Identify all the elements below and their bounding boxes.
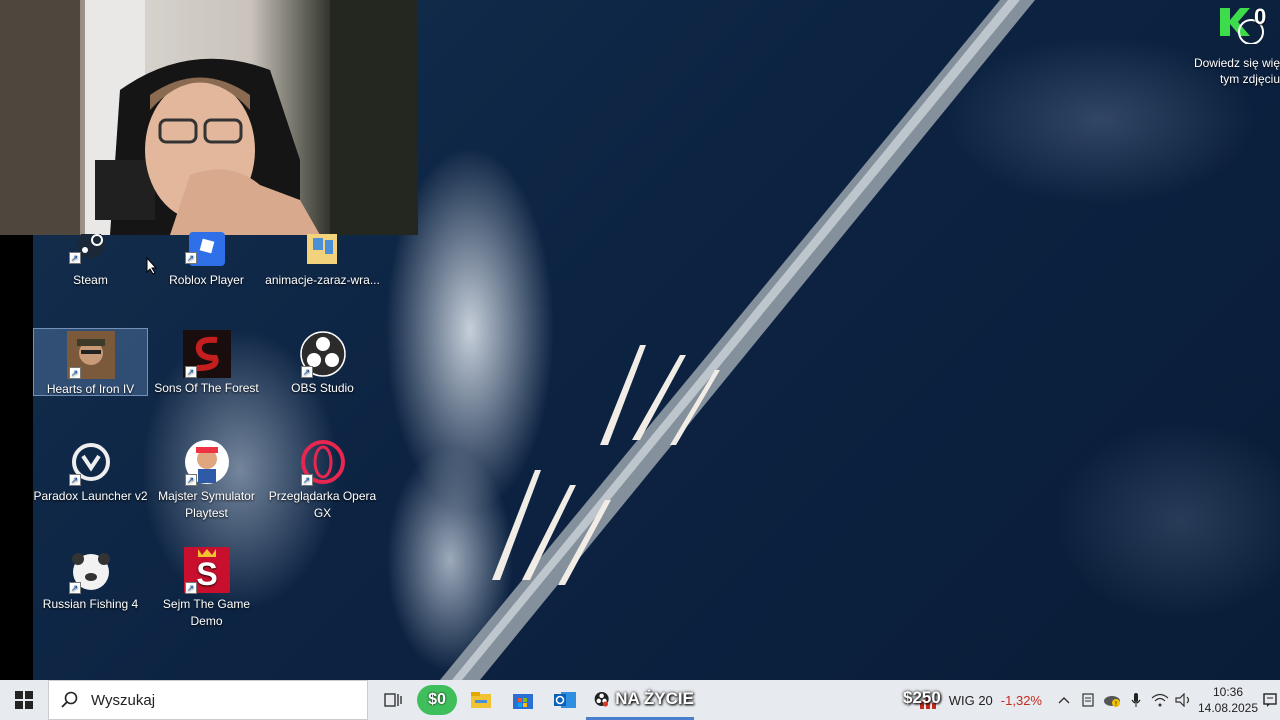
taskbar-file-explorer[interactable] bbox=[460, 680, 502, 720]
taskbar-outlook[interactable] bbox=[544, 680, 586, 720]
start-button[interactable] bbox=[0, 680, 48, 720]
microphone-icon[interactable] bbox=[1124, 680, 1148, 720]
taskbar-obs[interactable]: NA ŻYCIE bbox=[586, 680, 694, 720]
streamer-logo: 0 bbox=[1218, 4, 1278, 45]
shortcut-arrow-icon: ↗ bbox=[68, 367, 81, 379]
tray-app-icon[interactable] bbox=[1076, 680, 1100, 720]
desktop-icon-paradox[interactable]: ↗ Paradox Launcher v2 bbox=[33, 436, 148, 520]
roblox-icon: ↗ bbox=[183, 232, 231, 266]
taskbar-search-box[interactable]: Wyszukaj bbox=[48, 680, 368, 720]
paradox-icon: ↗ bbox=[67, 438, 115, 486]
left-black-strip bbox=[0, 235, 33, 680]
stock-name: WIG 20 bbox=[948, 692, 993, 708]
desktop-icon-label: Sejm The Game Demo bbox=[162, 597, 251, 628]
taskbar-clock[interactable]: 10:36 14.08.2025 bbox=[1196, 684, 1260, 716]
shortcut-arrow-icon: ↗ bbox=[184, 252, 197, 264]
desktop-icon-steam[interactable]: ↗ Steam bbox=[33, 234, 148, 294]
taskbar: Wyszukaj $0 NA ŻYCIE WIG 20 -1,32% ! 10:… bbox=[0, 680, 1280, 720]
svg-text:!: ! bbox=[1115, 701, 1117, 707]
desktop-icon-label: Roblox Player bbox=[169, 273, 244, 287]
desktop-icon-label: Majster Symulator Playtest bbox=[158, 489, 255, 520]
outlook-icon bbox=[554, 692, 576, 708]
money-badge-text: $0 bbox=[428, 691, 446, 708]
clock-date: 14.08.2025 bbox=[1197, 701, 1259, 715]
desktop-icon-sons-of-the-forest[interactable]: ↗ Sons Of The Forest bbox=[149, 328, 264, 396]
desktop-icon-label: Przeglądarka Opera GX bbox=[268, 489, 377, 520]
taskbar-store[interactable] bbox=[502, 680, 544, 720]
shortcut-arrow-icon: ↗ bbox=[300, 366, 313, 378]
shortcut-arrow-icon: ↗ bbox=[184, 366, 197, 378]
store-icon bbox=[513, 694, 533, 709]
spotlight-line-2: tym zdjęciu bbox=[1219, 72, 1280, 86]
desktop-icon-sejm[interactable]: S ↗ Sejm The Game Demo bbox=[149, 544, 264, 628]
steam-icon: ↗ bbox=[67, 234, 115, 264]
tray-chevron-up-icon[interactable] bbox=[1052, 680, 1076, 720]
spotlight-info[interactable]: Dowiedz się wię tym zdjęciu bbox=[1190, 55, 1280, 87]
desktop-icon-obs[interactable]: ↗ OBS Studio bbox=[265, 328, 380, 396]
sejm-icon: S ↗ bbox=[183, 546, 231, 594]
windows-icon bbox=[15, 691, 33, 709]
system-tray: WIG 20 -1,32% ! 10:36 14.08.2025 bbox=[919, 680, 1280, 720]
folder-icon bbox=[299, 234, 347, 264]
money-badge-icon: $0 bbox=[417, 685, 457, 715]
obs-icon: ↗ bbox=[299, 330, 347, 378]
desktop-icon-label: animacje-zaraz-wra... bbox=[265, 273, 380, 287]
desktop-icon-folder[interactable]: animacje-zaraz-wra... bbox=[265, 234, 380, 294]
onedrive-warning-icon[interactable]: ! bbox=[1100, 680, 1124, 720]
desktop-icon-label: Sons Of The Forest bbox=[154, 381, 259, 395]
money-badge-2-text: $250 bbox=[903, 688, 941, 707]
volume-icon[interactable] bbox=[1172, 680, 1196, 720]
shortcut-arrow-icon: ↗ bbox=[300, 474, 313, 486]
task-view-button[interactable] bbox=[372, 680, 414, 720]
task-view-icon bbox=[384, 693, 402, 707]
shortcut-arrow-icon: ↗ bbox=[184, 474, 197, 486]
search-icon bbox=[61, 691, 78, 708]
shortcut-arrow-icon: ↗ bbox=[184, 582, 197, 594]
desktop-icon-label: Russian Fishing 4 bbox=[42, 597, 139, 611]
sons-of-the-forest-icon: ↗ bbox=[182, 330, 231, 378]
shortcut-arrow-icon: ↗ bbox=[68, 252, 81, 264]
desktop-icon-roblox[interactable]: ↗ Roblox Player bbox=[149, 232, 264, 294]
desktop-icon-russian-fishing[interactable]: ↗ Russian Fishing 4 bbox=[33, 544, 148, 612]
desktop-icon-label: Steam bbox=[73, 273, 108, 287]
search-placeholder: Wyszukaj bbox=[91, 691, 156, 709]
stream-title-overlay: NA ŻYCIE bbox=[615, 688, 694, 708]
clock-time: 10:36 bbox=[1212, 685, 1244, 699]
svg-text:S: S bbox=[196, 556, 217, 592]
desktop-icon-label: Hearts of Iron IV bbox=[46, 382, 135, 396]
shortcut-arrow-icon: ↗ bbox=[68, 474, 81, 486]
wifi-icon[interactable] bbox=[1148, 680, 1172, 720]
obs-taskbar-icon bbox=[594, 691, 609, 707]
desktop-icon-hearts-of-iron[interactable]: ↗ Hearts of Iron IV bbox=[33, 328, 148, 396]
spotlight-line-1: Dowiedz się wię bbox=[1193, 56, 1280, 70]
taskbar-money-app[interactable]: $0 bbox=[414, 680, 460, 720]
desktop-icon-label: OBS Studio bbox=[291, 381, 354, 395]
desktop-icon-label: Paradox Launcher v2 bbox=[33, 489, 148, 503]
mouse-cursor-icon bbox=[146, 257, 158, 275]
stock-change: -1,32% bbox=[1000, 692, 1042, 708]
desktop-icon-majster[interactable]: ↗ Majster Symulator Playtest bbox=[149, 436, 264, 520]
logo-counter: 0 bbox=[1254, 4, 1267, 29]
russian-fishing-icon: ↗ bbox=[67, 546, 115, 594]
notifications-icon[interactable] bbox=[1260, 680, 1280, 720]
webcam-overlay bbox=[0, 0, 418, 235]
file-explorer-icon bbox=[471, 692, 491, 708]
hearts-of-iron-icon: ↗ bbox=[66, 331, 115, 379]
majster-icon: ↗ bbox=[183, 438, 231, 486]
webcam-feed-image bbox=[0, 0, 418, 235]
opera-gx-icon: ↗ bbox=[299, 438, 347, 486]
shortcut-arrow-icon: ↗ bbox=[68, 582, 81, 594]
desktop-icon-opera-gx[interactable]: ↗ Przeglądarka Opera GX bbox=[265, 436, 380, 520]
